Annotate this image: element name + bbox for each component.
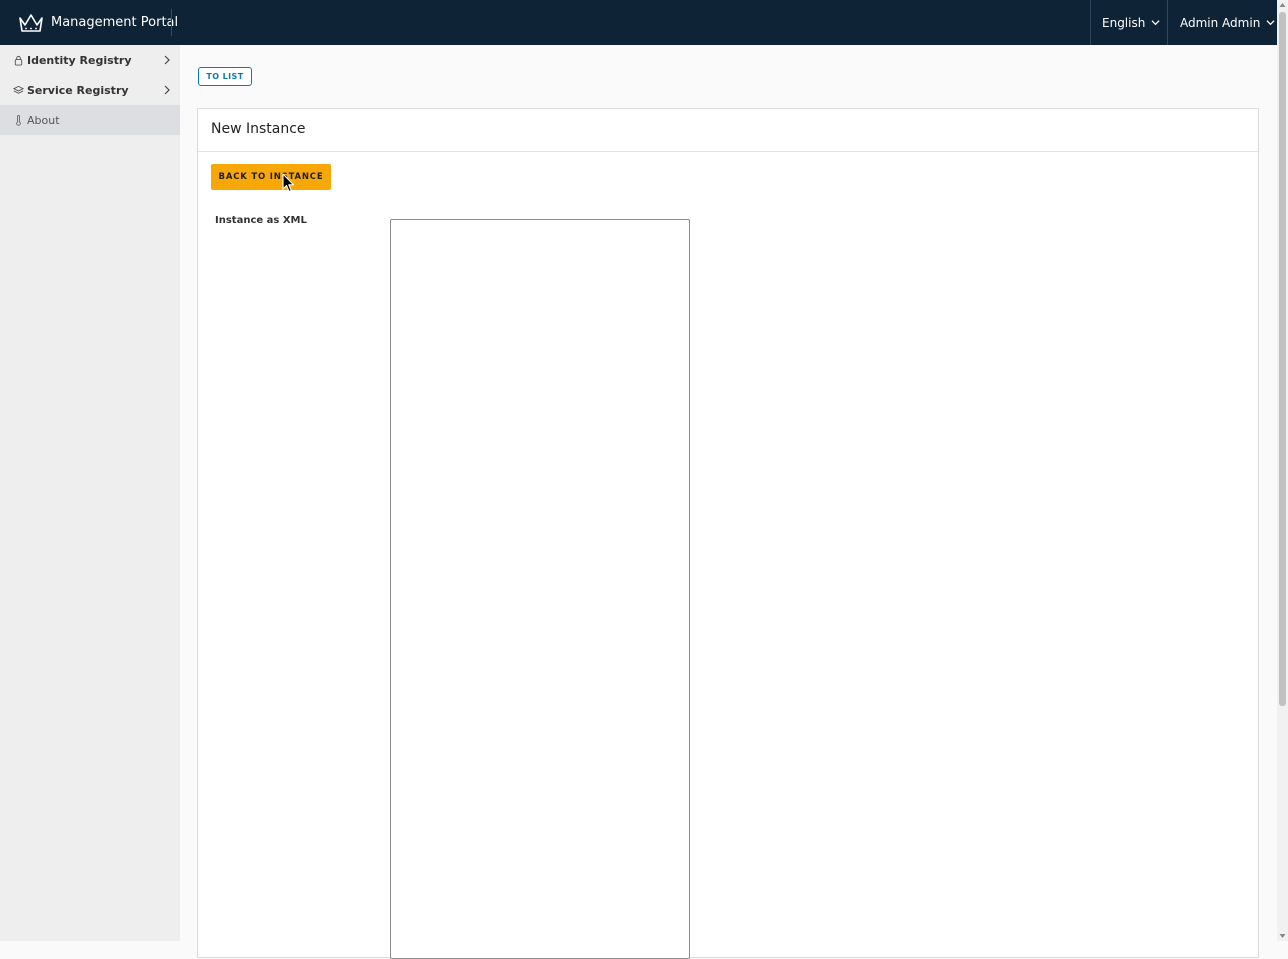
language-label: English [1102,15,1146,30]
sidebar-item-about[interactable]: About [0,105,180,135]
chevron-right-icon [164,85,170,95]
scrollbar-thumb[interactable] [1279,12,1286,706]
page-title: New Instance [211,121,306,137]
sidebar-item-identity-registry[interactable]: Identity Registry [0,45,180,75]
lock-icon [14,55,23,66]
scroll-up-icon[interactable] [1279,2,1286,8]
top-navbar: Management Portal English Admin Admin [0,0,1277,45]
thermometer-icon [16,114,21,126]
to-list-button[interactable]: TO LIST [198,67,252,86]
instance-xml-textarea[interactable] [390,219,690,959]
scroll-down-icon[interactable] [1279,933,1286,939]
header-divider [171,9,172,36]
new-instance-card: New Instance BACK TO INSTANCE Instance a… [197,108,1259,959]
layers-icon [13,85,24,94]
back-to-instance-button[interactable]: BACK TO INSTANCE [211,164,331,190]
crown-logo-icon [19,13,43,32]
sidebar-item-label: Service Registry [27,83,129,97]
language-dropdown[interactable]: English [1102,0,1160,45]
sidebar-item-label: Identity Registry [27,53,132,67]
page-scrollbar[interactable] [1277,0,1288,941]
sidebar: Identity Registry Service Registry About [0,45,180,941]
sidebar-item-label: About [27,113,60,127]
user-name: Admin Admin [1180,15,1261,30]
user-dropdown[interactable]: Admin Admin [1180,0,1275,45]
chevron-down-icon [1266,20,1275,26]
chevron-right-icon [164,55,170,65]
sidebar-item-service-registry[interactable]: Service Registry [0,75,180,105]
header-divider [1090,0,1091,45]
header-divider [1167,0,1168,45]
app-title: Management Portal [51,15,179,30]
brand[interactable]: Management Portal [18,0,178,45]
chevron-down-icon [1151,20,1160,26]
card-divider [198,151,1258,152]
xml-field-label: Instance as XML [215,215,307,226]
